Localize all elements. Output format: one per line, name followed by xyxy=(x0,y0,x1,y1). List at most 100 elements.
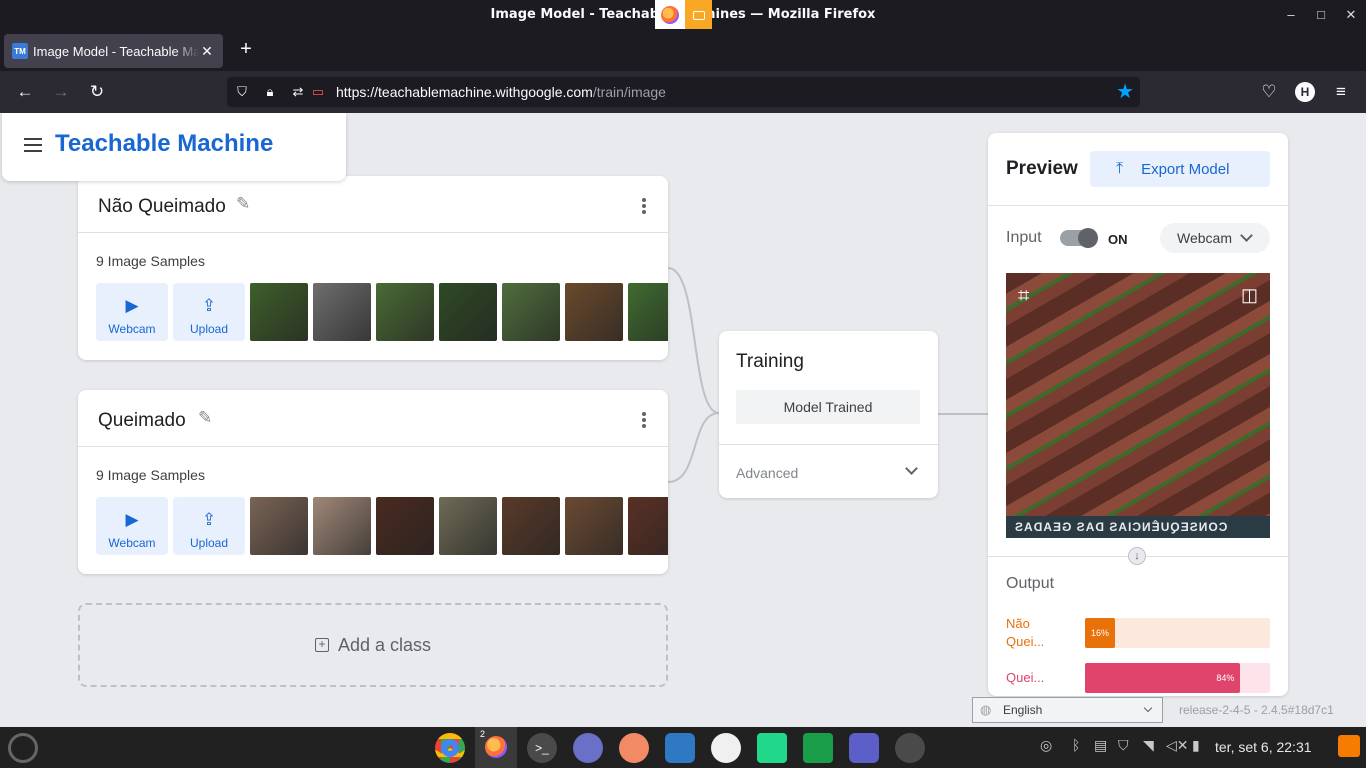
bookmark-star-icon[interactable]: ★ xyxy=(1116,81,1134,103)
pocket-icon[interactable]: ♡ xyxy=(1259,82,1279,102)
feed-caption: CONSEQUÊNCIAS DAS GEADAS xyxy=(1006,516,1270,538)
firefox-taskbar-button[interactable]: 2 xyxy=(475,727,517,768)
notification-icon[interactable] xyxy=(1338,735,1360,757)
forward-icon[interactable]: → xyxy=(51,82,71,102)
minimize-button[interactable]: – xyxy=(1276,0,1306,29)
teams-icon[interactable] xyxy=(849,733,879,763)
terminal-icon[interactable]: >_ xyxy=(527,733,557,763)
export-upload-icon: ⤒ xyxy=(1116,160,1124,177)
more-options-icon[interactable] xyxy=(642,198,646,214)
navigation-bar: ← → ↻ ⛉ 🔒︎ ⇄ ▭ https://teachablemachine.… xyxy=(0,71,1366,113)
add-class-button[interactable]: + Add a class xyxy=(78,603,668,687)
sample-thumbnail xyxy=(502,283,560,341)
taskbar: 2 >_ ◎ ᛒ ▤ ⛉ ◥ ◁✕ ▮ ter, set 6, 22:31 xyxy=(0,727,1366,768)
sample-thumbnail xyxy=(628,497,668,555)
start-menu-icon[interactable] xyxy=(8,733,38,763)
upload-icon: ⇪ xyxy=(201,510,217,529)
volume-muted-icon[interactable]: ◁✕ xyxy=(1166,737,1189,754)
edit-pencil-icon[interactable]: ✎ xyxy=(236,194,256,214)
github-icon[interactable] xyxy=(711,733,741,763)
model-trained-button[interactable]: Model Trained xyxy=(736,390,920,424)
language-select[interactable]: ◍ English xyxy=(972,697,1163,723)
output-label-queimado: Quei... xyxy=(1006,670,1045,685)
document-viewer-icon[interactable] xyxy=(803,733,833,763)
hamburger-menu-icon[interactable] xyxy=(24,138,42,152)
app-title: Teachable Machine xyxy=(55,130,274,157)
camera-icon xyxy=(692,10,705,20)
maximize-button[interactable]: □ xyxy=(1306,0,1336,29)
permissions-icon[interactable]: ⇄ xyxy=(289,83,307,101)
clipboard-icon[interactable]: ▤ xyxy=(1094,737,1107,754)
sample-thumbnail xyxy=(250,497,308,555)
chrome-icon[interactable] xyxy=(435,733,465,763)
upload-icon: ⇪ xyxy=(201,296,217,315)
upload-button[interactable]: ⇪ Upload xyxy=(173,497,245,555)
new-tab-icon[interactable]: + xyxy=(236,39,256,59)
chevron-down-icon[interactable] xyxy=(905,462,918,475)
chevron-down-icon xyxy=(1143,703,1153,713)
files-icon[interactable] xyxy=(573,733,603,763)
shield-icon[interactable]: ⛉ xyxy=(233,83,251,101)
flip-icon[interactable]: ◫ xyxy=(1241,285,1258,306)
sample-thumbnails xyxy=(250,283,668,341)
sample-thumbnail xyxy=(628,283,668,341)
class-name[interactable]: Não Queimado xyxy=(98,196,226,218)
obs-icon[interactable] xyxy=(895,733,925,763)
add-class-label: Add a class xyxy=(337,634,432,655)
reload-icon[interactable]: ↻ xyxy=(87,82,107,102)
arrow-down-icon[interactable]: ↓ xyxy=(1128,547,1146,565)
source-dropdown[interactable]: Webcam xyxy=(1160,223,1270,253)
input-toggle[interactable] xyxy=(1060,228,1098,248)
class-card-queimado: Queimado ✎ 9 Image Samples ▶ Webcam ⇪ Up… xyxy=(78,390,668,574)
confidence-fill: 16% xyxy=(1085,618,1115,648)
bluetooth-icon[interactable]: ᛒ xyxy=(1072,737,1080,753)
firefox-window-count: 2 xyxy=(480,729,486,739)
url-text[interactable]: https://teachablemachine.withgoogle.com/… xyxy=(336,84,666,100)
menu-icon[interactable]: ≡ xyxy=(1331,82,1351,102)
account-avatar[interactable]: H xyxy=(1295,82,1315,102)
advanced-toggle[interactable]: Advanced xyxy=(736,465,798,481)
preview-title: Preview xyxy=(1006,158,1078,179)
battery-icon[interactable]: ▮ xyxy=(1192,737,1200,754)
input-state: ON xyxy=(1108,232,1128,247)
export-model-button[interactable]: ⤒ Export Model xyxy=(1090,151,1270,187)
upload-button[interactable]: ⇪ Upload xyxy=(173,283,245,341)
webcam-button[interactable]: ▶ Webcam xyxy=(96,497,168,555)
url-bar[interactable]: ⛉ 🔒︎ ⇄ ▭ https://teachablemachine.withgo… xyxy=(227,77,1140,107)
close-tab-icon[interactable]: ✕ xyxy=(199,43,215,60)
sample-count: 9 Image Samples xyxy=(96,253,205,269)
vscode-icon[interactable] xyxy=(665,733,695,763)
browser-tab[interactable]: TM Image Model - Teachable Machine ✕ xyxy=(4,34,223,68)
crop-icon[interactable]: ⌗ xyxy=(1018,285,1029,308)
obs-tray-icon[interactable]: ◎ xyxy=(1040,737,1052,754)
sample-thumbnail xyxy=(565,497,623,555)
sample-thumbnail xyxy=(565,283,623,341)
teachable-machine-favicon-icon: TM xyxy=(12,43,28,59)
sample-thumbnails xyxy=(250,497,668,555)
sample-thumbnail xyxy=(376,497,434,555)
drawing-app-icon[interactable] xyxy=(619,733,649,763)
back-icon[interactable]: ← xyxy=(15,82,35,102)
firefox-icon xyxy=(661,6,679,24)
more-options-icon[interactable] xyxy=(642,412,646,428)
confidence-bar: 84% xyxy=(1085,663,1270,693)
input-label: Input xyxy=(1006,229,1042,246)
sample-thumbnail xyxy=(439,283,497,341)
tab-strip: TM Image Model - Teachable Machine ✕ + xyxy=(0,29,1366,71)
page-content: Teachable Machine Não Queimado ✎ 9 Image… xyxy=(0,113,1366,727)
clock[interactable]: ter, set 6, 22:31 xyxy=(1215,739,1312,755)
security-icon[interactable]: ⛉ xyxy=(1118,737,1129,754)
camera-permission-icon[interactable]: ▭ xyxy=(309,83,327,101)
wifi-icon[interactable]: ◥ xyxy=(1143,737,1154,754)
edit-pencil-icon[interactable]: ✎ xyxy=(198,408,218,428)
video-camera-icon: ▶ xyxy=(125,510,139,529)
lock-icon[interactable]: 🔒︎ xyxy=(261,83,279,101)
output-title: Output xyxy=(1006,575,1055,592)
class-name[interactable]: Queimado xyxy=(98,410,186,432)
close-window-button[interactable]: ✕ xyxy=(1336,0,1366,29)
pycharm-icon[interactable] xyxy=(757,733,787,763)
webcam-button[interactable]: ▶ Webcam xyxy=(96,283,168,341)
window-titlebar: Image Model - Teachable Machines — Mozil… xyxy=(0,0,1366,30)
sharing-indicator[interactable] xyxy=(655,0,712,30)
firefox-icon xyxy=(485,736,507,758)
